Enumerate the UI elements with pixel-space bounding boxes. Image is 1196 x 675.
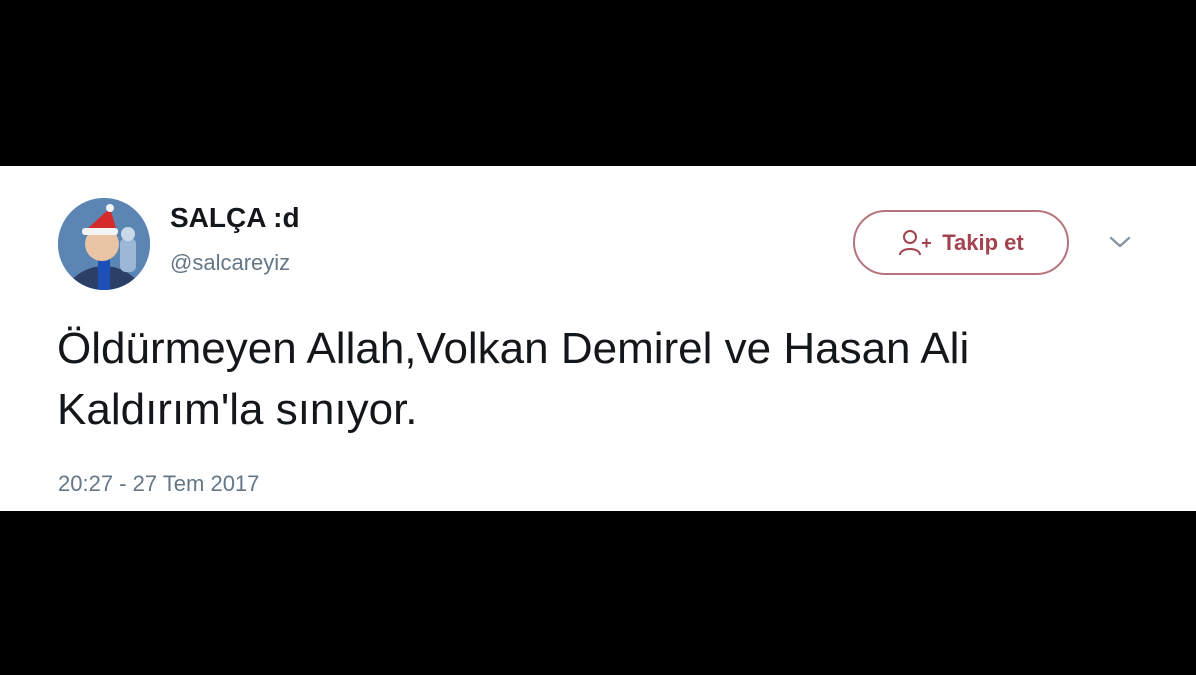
add-user-icon — [899, 229, 932, 255]
follow-button-label: Takip et — [942, 229, 1024, 255]
letterbox-bottom — [0, 511, 1196, 675]
avatar[interactable] — [58, 198, 150, 290]
chevron-down-icon[interactable] — [1106, 232, 1134, 252]
tweet-text: Öldürmeyen Allah,Volkan Demirel ve Hasan… — [57, 324, 970, 434]
follow-button[interactable]: Takip et — [853, 210, 1069, 275]
user-handle[interactable]: @salcareyiz — [170, 250, 290, 276]
tweet-card: SALÇA :d @salcareyiz Takip et Öldürmeyen… — [0, 166, 1196, 511]
avatar-image — [58, 198, 150, 290]
tweet-timestamp[interactable]: 20:27 - 27 Tem 2017 — [58, 471, 259, 497]
letterbox-top — [0, 0, 1196, 166]
display-name[interactable]: SALÇA :d — [170, 202, 300, 234]
